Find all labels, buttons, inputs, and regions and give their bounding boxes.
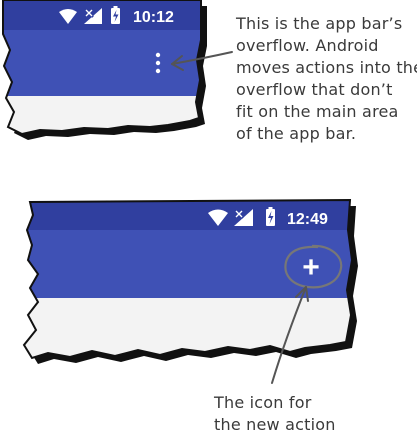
status-bar — [3, 0, 201, 30]
overflow-annotation: This is the app bar’s overflow. Android … — [236, 14, 417, 143]
phone-screen-bottom: 12:49 + — [22, 198, 358, 364]
new-action-annotation: The icon for the new action — [214, 393, 336, 434]
add-icon[interactable]: + — [302, 251, 320, 284]
phone-screen-top: 10:12 — [2, 0, 207, 140]
status-time: 10:12 — [133, 9, 174, 26]
status-time: 12:49 — [287, 211, 328, 228]
battery-icon — [111, 6, 120, 24]
overflow-menu-icon[interactable] — [155, 52, 161, 74]
battery-icon — [266, 207, 275, 226]
